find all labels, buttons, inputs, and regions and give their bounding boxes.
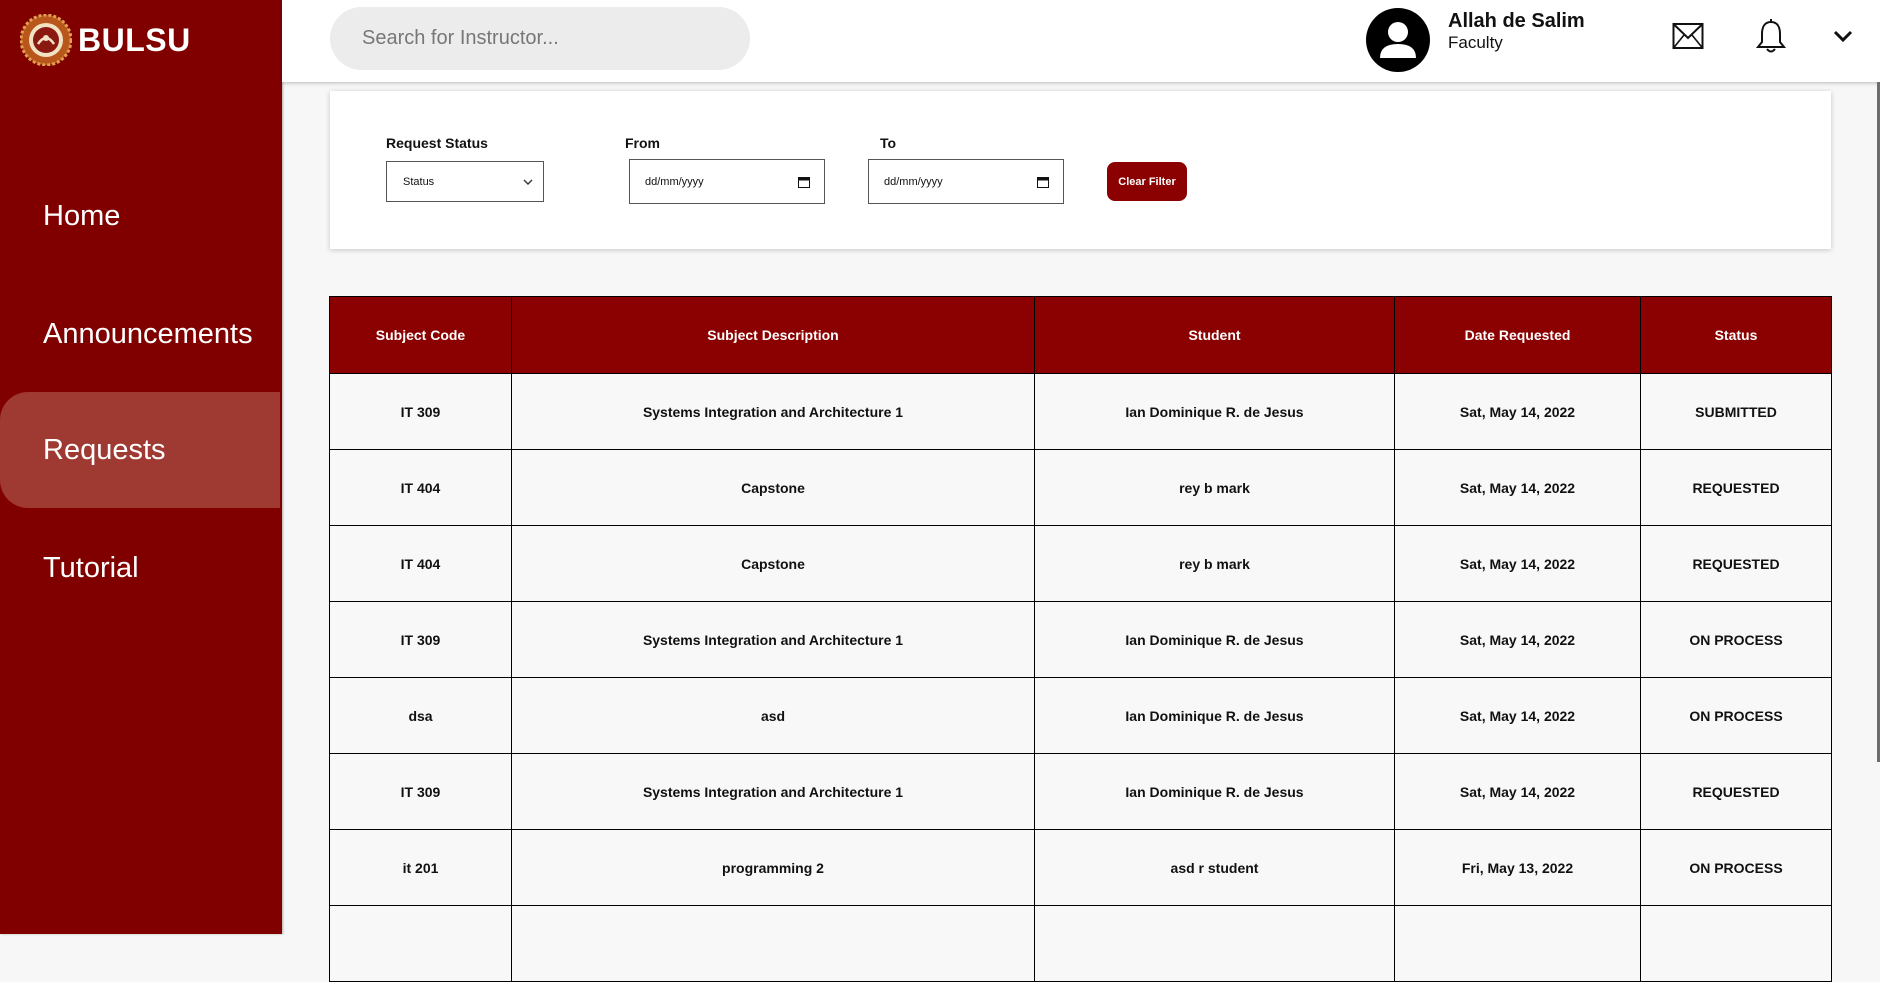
brand[interactable]: BULSU	[20, 12, 191, 68]
date-requested-cell: Sat, May 14, 2022	[1394, 373, 1641, 450]
student-cell: Ian Dominique R. de Jesus	[1034, 753, 1395, 830]
calendar-icon[interactable]	[798, 176, 810, 188]
status-select-value: Status	[403, 175, 435, 188]
table-row[interactable]	[329, 905, 1832, 982]
student-cell	[1034, 905, 1395, 982]
status-cell: ON PROCESS	[1640, 829, 1832, 906]
sidebar-item-label: Home	[43, 199, 121, 232]
user-name: Allah de Salim	[1448, 10, 1585, 32]
search-input[interactable]	[330, 7, 750, 70]
subject-code-cell: IT 309	[329, 753, 512, 830]
subject-code-cell: dsa	[329, 677, 512, 754]
sidebar: BULSU Home Announcements Requests Tutori…	[0, 0, 282, 934]
chevron-down-icon[interactable]	[1832, 26, 1854, 46]
table-row[interactable]: IT 404 Capstone rey b mark Sat, May 14, …	[329, 525, 1832, 602]
subject-description-cell: Capstone	[511, 449, 1035, 526]
date-requested-cell: Sat, May 14, 2022	[1394, 677, 1641, 754]
to-date-value: dd/mm/yyyy	[884, 175, 943, 188]
date-requested-cell: Sat, May 14, 2022	[1394, 753, 1641, 830]
brand-name: BULSU	[78, 21, 191, 58]
column-header-status[interactable]: Status	[1640, 296, 1832, 374]
to-date-input[interactable]: dd/mm/yyyy	[868, 159, 1064, 204]
table-header-row: Subject Code Subject Description Student…	[329, 296, 1832, 374]
subject-code-cell: IT 404	[329, 525, 512, 602]
subject-code-cell: IT 309	[329, 373, 512, 450]
avatar-user-icon	[1380, 22, 1416, 58]
from-filter-label: From	[625, 135, 660, 151]
student-cell: asd r student	[1034, 829, 1395, 906]
avatar[interactable]	[1366, 8, 1430, 72]
sidebar-item-requests[interactable]: Requests	[0, 392, 280, 508]
subject-code-cell	[329, 905, 512, 982]
clear-filter-button[interactable]: Clear Filter	[1107, 162, 1187, 201]
date-requested-cell	[1394, 905, 1641, 982]
status-cell: ON PROCESS	[1640, 601, 1832, 678]
column-header-subject-code[interactable]: Subject Code	[329, 296, 512, 374]
requests-table-container: Subject Code Subject Description Student…	[329, 296, 1832, 982]
sidebar-item-label: Tutorial	[43, 551, 139, 584]
status-cell	[1640, 905, 1832, 982]
subject-description-cell: Systems Integration and Architecture 1	[511, 601, 1035, 678]
from-date-value: dd/mm/yyyy	[645, 175, 704, 188]
sidebar-item-label: Announcements	[43, 317, 253, 350]
user-role: Faculty	[1448, 33, 1503, 52]
table-row[interactable]: IT 404 Capstone rey b mark Sat, May 14, …	[329, 449, 1832, 526]
table-row[interactable]: it 201 programming 2 asd r student Fri, …	[329, 829, 1832, 906]
subject-description-cell: Capstone	[511, 525, 1035, 602]
university-seal-icon	[20, 14, 72, 66]
status-select[interactable]: Status	[386, 161, 544, 202]
column-header-student[interactable]: Student	[1034, 296, 1395, 374]
subject-code-cell: IT 404	[329, 449, 512, 526]
status-cell: REQUESTED	[1640, 449, 1832, 526]
calendar-icon[interactable]	[1037, 176, 1049, 188]
subject-description-cell: asd	[511, 677, 1035, 754]
subject-description-cell: Systems Integration and Architecture 1	[511, 373, 1035, 450]
subject-description-cell: programming 2	[511, 829, 1035, 906]
mail-icon[interactable]	[1672, 22, 1704, 50]
subject-code-cell: IT 309	[329, 601, 512, 678]
date-requested-cell: Fri, May 13, 2022	[1394, 829, 1641, 906]
student-cell: rey b mark	[1034, 449, 1395, 526]
from-date-input[interactable]: dd/mm/yyyy	[629, 159, 825, 204]
student-cell: rey b mark	[1034, 525, 1395, 602]
status-cell: REQUESTED	[1640, 753, 1832, 830]
student-cell: Ian Dominique R. de Jesus	[1034, 601, 1395, 678]
subject-description-cell: Systems Integration and Architecture 1	[511, 753, 1035, 830]
to-filter-label: To	[880, 135, 897, 151]
sidebar-item-tutorial[interactable]: Tutorial	[0, 510, 280, 626]
sidebar-item-announcements[interactable]: Announcements	[0, 276, 280, 392]
table-row[interactable]: IT 309 Systems Integration and Architect…	[329, 753, 1832, 830]
status-filter-label: Request Status	[386, 135, 488, 151]
subject-code-cell: it 201	[329, 829, 512, 906]
status-cell: SUBMITTED	[1640, 373, 1832, 450]
column-header-date-requested[interactable]: Date Requested	[1394, 296, 1641, 374]
student-cell: Ian Dominique R. de Jesus	[1034, 373, 1395, 450]
sidebar-item-home[interactable]: Home	[0, 158, 280, 274]
status-cell: ON PROCESS	[1640, 677, 1832, 754]
requests-table: Subject Code Subject Description Student…	[329, 296, 1832, 982]
status-cell: REQUESTED	[1640, 525, 1832, 602]
student-cell: Ian Dominique R. de Jesus	[1034, 677, 1395, 754]
table-row[interactable]: dsa asd Ian Dominique R. de Jesus Sat, M…	[329, 677, 1832, 754]
date-requested-cell: Sat, May 14, 2022	[1394, 525, 1641, 602]
chevron-down-icon	[523, 179, 533, 185]
date-requested-cell: Sat, May 14, 2022	[1394, 601, 1641, 678]
subject-description-cell	[511, 905, 1035, 982]
column-header-subject-description[interactable]: Subject Description	[511, 296, 1035, 374]
table-row[interactable]: IT 309 Systems Integration and Architect…	[329, 373, 1832, 450]
top-header: Allah de Salim Faculty	[282, 0, 1880, 82]
filter-panel: Request Status Status From dd/mm/yyyy To…	[330, 91, 1831, 249]
date-requested-cell: Sat, May 14, 2022	[1394, 449, 1641, 526]
bell-icon[interactable]	[1755, 18, 1787, 54]
table-row[interactable]: IT 309 Systems Integration and Architect…	[329, 601, 1832, 678]
sidebar-item-label: Requests	[43, 433, 166, 466]
